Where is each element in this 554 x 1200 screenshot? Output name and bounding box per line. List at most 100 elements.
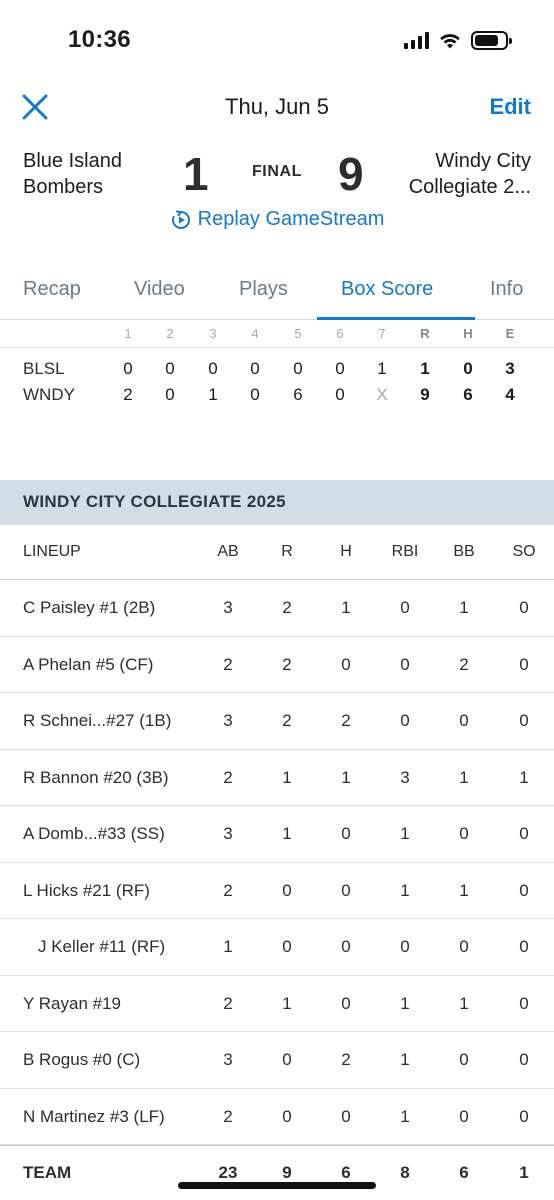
tab-bar: Recap Video Plays Box Score Info	[0, 266, 554, 320]
linescore-header: 1 2 3 4 5 6 7 R H E	[0, 322, 554, 348]
inning-3-header: 3	[209, 326, 217, 341]
linescore-cell: 0	[335, 385, 345, 404]
home-indicator[interactable]	[178, 1182, 376, 1189]
h-header: H	[340, 543, 352, 560]
stat-bb: 1	[459, 880, 469, 900]
linescore-runs: 1	[420, 359, 430, 378]
lineup-header: LINEUP	[23, 543, 81, 560]
player-row[interactable]: A Domb...#33 (SS) 3 1 0 1 0 0	[0, 806, 554, 863]
tab-box-score[interactable]: Box Score	[341, 278, 433, 301]
active-tab-indicator	[317, 317, 475, 320]
rbi-header: RBI	[391, 543, 419, 560]
linescore-errors: 4	[505, 385, 515, 404]
player-name: R Bannon #20 (3B)	[23, 767, 169, 787]
stat-ab: 2	[223, 767, 233, 787]
player-name: A Phelan #5 (CF)	[23, 654, 154, 674]
player-row[interactable]: A Phelan #5 (CF) 2 2 0 0 2 0	[0, 637, 554, 693]
player-name: J Keller #11 (RF)	[38, 937, 166, 956]
total-r: 9	[282, 1163, 292, 1182]
player-row[interactable]: L Hicks #21 (RF) 2 0 0 1 1 0	[0, 863, 554, 919]
status-icons	[404, 31, 512, 50]
linescore-hits: 6	[463, 385, 473, 404]
linescore-cell: 1	[208, 385, 218, 404]
player-name: Y Rayan #19	[23, 993, 121, 1013]
stat-so: 0	[519, 937, 529, 956]
stat-h: 1	[341, 598, 351, 617]
linescore-cell: 0	[123, 359, 133, 378]
total-bb: 6	[459, 1163, 469, 1182]
home-team-score: 9	[338, 148, 364, 200]
stat-r: 0	[282, 1050, 292, 1069]
linescore-cell: 0	[165, 385, 175, 404]
stat-r: 2	[282, 711, 292, 730]
linescore-cell: X	[376, 385, 388, 404]
stat-bb: 1	[459, 598, 469, 617]
inning-5-header: 5	[294, 326, 302, 341]
tab-info[interactable]: Info	[490, 278, 523, 301]
player-row[interactable]: N Martinez #3 (LF) 2 0 0 1 0 0	[0, 1089, 554, 1145]
tab-video[interactable]: Video	[134, 278, 185, 301]
nav-bar: Thu, Jun 5 Edit	[0, 84, 554, 130]
player-row[interactable]: Y Rayan #19 2 1 0 1 1 0	[0, 976, 554, 1032]
stat-so: 0	[519, 824, 529, 843]
status-time: 10:36	[68, 26, 131, 53]
team-section-header: WINDY CITY COLLEGIATE 2025	[0, 480, 554, 525]
replay-gamestream-link[interactable]: Replay GameStream	[0, 208, 554, 231]
tab-plays[interactable]: Plays	[239, 278, 288, 301]
tab-recap[interactable]: Recap	[23, 278, 81, 301]
stat-h: 0	[341, 824, 351, 843]
stat-rbi: 1	[400, 1050, 410, 1069]
stat-bb: 0	[459, 937, 469, 956]
player-name: B Rogus #0 (C)	[23, 1050, 141, 1069]
linescore-runs: 9	[420, 385, 430, 404]
player-row-substitute[interactable]: J Keller #11 (RF) 1 0 0 0 0 0	[0, 919, 554, 976]
player-row[interactable]: C Paisley #1 (2B) 3 2 1 0 1 0	[0, 580, 554, 637]
player-row[interactable]: R Bannon #20 (3B) 2 1 1 3 1 1	[0, 750, 554, 806]
player-name: L Hicks #21 (RF)	[23, 880, 150, 900]
page-title: Thu, Jun 5	[225, 94, 329, 119]
stat-so: 1	[519, 767, 529, 787]
stat-so: 0	[519, 1106, 529, 1126]
stat-rbi: 3	[400, 767, 410, 787]
runs-header: R	[420, 326, 430, 341]
stat-r: 2	[282, 654, 292, 674]
linescore-cell: 0	[165, 359, 175, 378]
stat-bb: 1	[459, 993, 469, 1013]
player-row[interactable]: R Schnei...#27 (1B) 3 2 2 0 0 0	[0, 693, 554, 750]
box-score-header-row: LINEUP AB R H RBI BB SO	[0, 525, 554, 580]
stat-h: 0	[341, 654, 351, 674]
stat-ab: 1	[223, 937, 233, 956]
totals-label: TEAM	[23, 1163, 72, 1182]
stat-ab: 2	[223, 993, 233, 1013]
inning-1-header: 1	[124, 326, 132, 341]
team-totals-row: TEAM 23 9 6 8 6 1	[0, 1145, 554, 1200]
stat-rbi: 1	[400, 993, 410, 1013]
stat-ab: 2	[223, 880, 233, 900]
stat-h: 0	[341, 1106, 351, 1126]
stat-ab: 3	[223, 1050, 233, 1069]
stat-r: 1	[282, 824, 292, 843]
linescore-cell: 0	[250, 385, 260, 404]
linescore-cell: 2	[123, 385, 133, 404]
stat-so: 0	[519, 598, 529, 617]
stat-h: 0	[341, 880, 351, 900]
linescore-team: BLSL	[23, 359, 65, 378]
box-score-table: LINEUP AB R H RBI BB SO C Paisley #1 (2B…	[0, 525, 554, 1200]
battery-icon	[471, 31, 512, 50]
edit-button[interactable]: Edit	[489, 94, 531, 120]
stat-so: 0	[519, 880, 529, 900]
r-header: R	[281, 543, 293, 560]
stat-rbi: 1	[400, 880, 410, 900]
stat-so: 0	[519, 654, 529, 674]
player-row[interactable]: B Rogus #0 (C) 3 0 2 1 0 0	[0, 1032, 554, 1089]
linescore-cell: 6	[293, 385, 303, 404]
stat-rbi: 0	[400, 937, 410, 956]
stat-r: 0	[282, 1106, 292, 1126]
cellular-signal-icon	[404, 32, 429, 49]
stat-ab: 3	[223, 824, 233, 843]
player-name: R Schnei...#27 (1B)	[23, 711, 172, 730]
total-ab: 23	[218, 1163, 238, 1182]
stat-so: 0	[519, 1050, 529, 1069]
home-team-name: Windy City Collegiate 2...	[408, 150, 531, 198]
stat-r: 0	[282, 880, 292, 900]
